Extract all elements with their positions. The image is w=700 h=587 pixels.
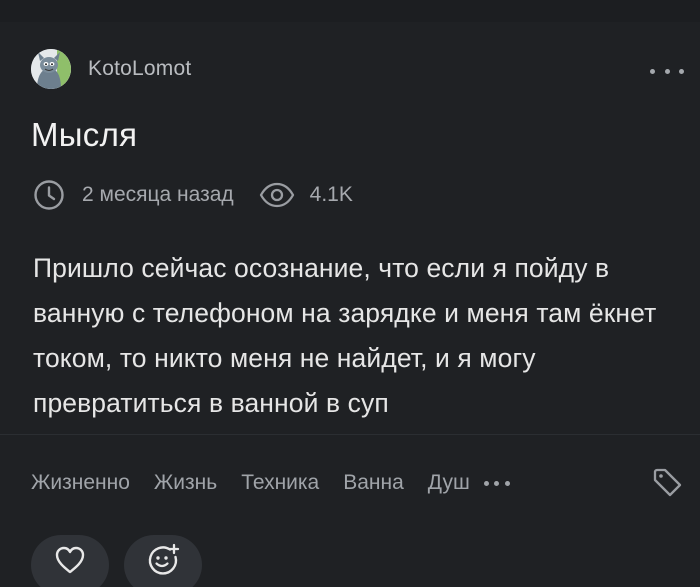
views-count: 4.1K (309, 183, 353, 206)
more-tags-icon[interactable] (483, 478, 510, 488)
tag-item[interactable]: Техника (241, 471, 319, 495)
tag-item[interactable]: Жизненно (31, 471, 130, 495)
tags-row: Жизненно Жизнь Техника Ванна Душ (31, 463, 510, 503)
post-title[interactable]: Мысля (31, 116, 137, 154)
clock-icon (34, 180, 64, 210)
smile-plus-icon (148, 543, 180, 575)
add-reaction-button[interactable] (124, 535, 202, 587)
more-options-icon[interactable] (650, 64, 684, 78)
tag-item[interactable]: Душ (428, 471, 470, 495)
author-row[interactable]: KotoLomot (31, 49, 191, 89)
post-time: 2 месяца назад (82, 183, 234, 206)
tag-icon[interactable] (651, 466, 685, 500)
post-page: KotoLomot Мысля 2 месяца назад 4.1K Приш… (0, 0, 700, 587)
heart-icon (55, 546, 85, 574)
tag-item[interactable]: Жизнь (154, 471, 217, 495)
post-body: Пришло сейчас осознание, что если я пойд… (33, 253, 657, 418)
eye-icon (259, 182, 294, 208)
like-button[interactable] (31, 535, 109, 587)
divider (0, 434, 700, 435)
tag-item[interactable]: Ванна (343, 471, 404, 495)
author-name[interactable]: KotoLomot (88, 57, 191, 81)
post-meta: 2 месяца назад 4.1K (33, 178, 353, 212)
top-bar (0, 0, 700, 22)
avatar[interactable] (31, 49, 71, 89)
